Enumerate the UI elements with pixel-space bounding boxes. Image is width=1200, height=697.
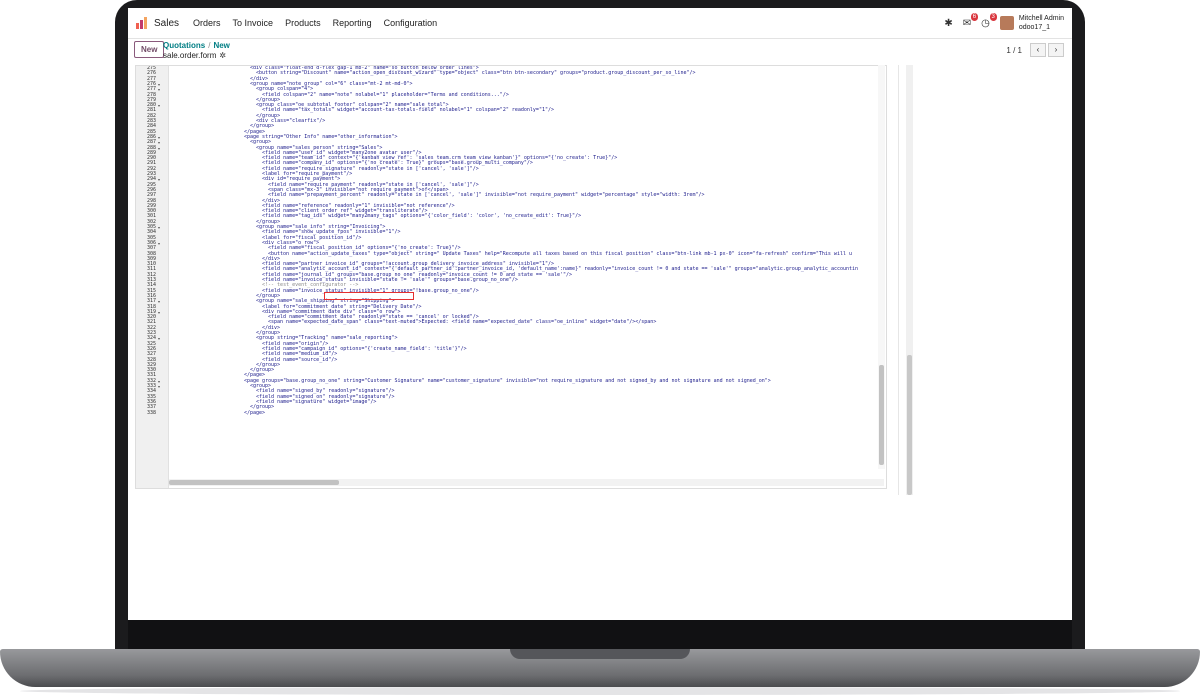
breadcrumb: Quotations / New sale.order.form ✲	[163, 41, 230, 61]
vertical-scrollbar[interactable]	[878, 65, 885, 469]
menu-products[interactable]: Products	[285, 18, 321, 28]
laptop-chin	[128, 620, 1072, 650]
pager-previous-button[interactable]: ‹	[1030, 43, 1046, 57]
menu-reporting[interactable]: Reporting	[333, 18, 372, 28]
panel-divider	[898, 65, 899, 495]
record-name: sale.order.form	[163, 51, 217, 60]
horizontal-scrollbar[interactable]	[169, 479, 884, 486]
pager-value[interactable]: 1 / 1	[1006, 46, 1022, 55]
page-scrollbar[interactable]	[906, 65, 913, 495]
code-area[interactable]: 275 <div class="float-end d-flex gap-1 mb…	[147, 66, 884, 476]
chat-icon[interactable]: ✉ 6	[963, 12, 979, 29]
user-menu[interactable]: Mitchell Admin odoo17_1	[1019, 14, 1064, 32]
fold-toggle-icon[interactable]: ▾	[158, 299, 160, 304]
breadcrumb-separator: /	[208, 41, 211, 50]
breadcrumb-quotations[interactable]: Quotations	[163, 41, 205, 50]
fold-toggle-icon[interactable]: ▾	[158, 384, 160, 389]
page-scroll-thumb[interactable]	[907, 355, 912, 495]
menu-orders[interactable]: Orders	[193, 18, 221, 28]
code-text: </page>	[244, 409, 266, 416]
app-name[interactable]: Sales	[154, 18, 179, 29]
chat-badge: 6	[970, 12, 979, 21]
fold-toggle-icon[interactable]: ▾	[158, 146, 160, 151]
fold-toggle-icon[interactable]: ▾	[158, 336, 160, 341]
avatar[interactable]	[999, 16, 1014, 30]
pager-next-button[interactable]: ›	[1048, 43, 1064, 57]
navbar-systray: ✱ ✉ 6 ◷ 3 Mitchell Admin odoo17_1	[944, 8, 1064, 38]
pager: 1 / 1 ‹ ›	[1006, 43, 1064, 57]
fold-toggle-icon[interactable]: ▾	[158, 241, 160, 246]
screen: Sales Orders To Invoice Products Reporti…	[128, 8, 1072, 620]
control-panel: New Quotations / New sale.order.form ✲ 1 / …	[128, 39, 1072, 65]
code-editor[interactable]: 275 <div class="float-end d-flex gap-1 mb…	[135, 65, 887, 489]
horizontal-scroll-thumb[interactable]	[169, 480, 339, 485]
menu-to-invoice[interactable]: To Invoice	[233, 18, 274, 28]
highlighted-widget-attribute	[324, 292, 414, 300]
fold-toggle-icon[interactable]: ▾	[158, 225, 160, 230]
new-button[interactable]: New	[134, 41, 165, 58]
user-name: Mitchell Admin	[1018, 15, 1064, 22]
fold-toggle-icon[interactable]: ▾	[158, 103, 160, 108]
activity-badge: 3	[989, 12, 997, 21]
gear-icon[interactable]: ✲	[219, 51, 226, 60]
code-line[interactable]: 338 </page>	[147, 409, 884, 416]
sales-app-icon[interactable]	[136, 17, 148, 29]
top-navbar: Sales Orders To Invoice Products Reporti…	[128, 8, 1072, 39]
clock-icon[interactable]: ◷ 3	[981, 12, 997, 29]
fold-toggle-icon[interactable]: ▾	[158, 177, 160, 182]
fold-toggle-icon[interactable]: ▾	[158, 87, 160, 92]
bug-icon[interactable]: ✱	[944, 18, 952, 29]
laptop-notch	[510, 649, 690, 659]
breadcrumb-current: New	[213, 41, 230, 50]
line-number: 338	[146, 409, 156, 416]
menu-configuration[interactable]: Configuration	[384, 18, 438, 28]
laptop-shadow	[20, 687, 1180, 695]
fold-toggle-icon[interactable]: ▾	[158, 310, 160, 315]
db-name: odoo17_1	[1018, 24, 1051, 31]
vertical-scroll-thumb[interactable]	[879, 365, 884, 465]
